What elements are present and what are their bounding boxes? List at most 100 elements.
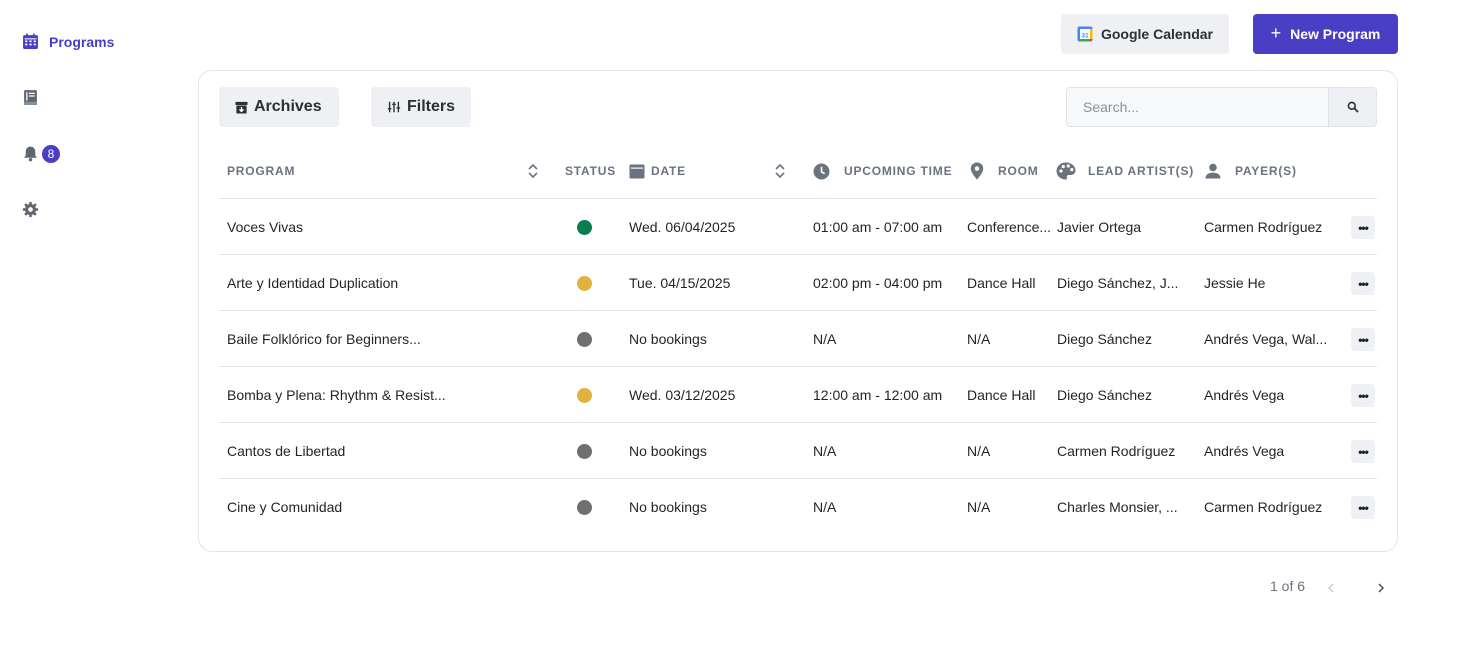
column-header-room: ROOM <box>970 143 1039 199</box>
search-box <box>1066 87 1377 127</box>
column-header-payers: PAYER(S) <box>1205 143 1297 199</box>
column-label: UPCOMING TIME <box>844 164 953 178</box>
status-dot <box>577 499 592 515</box>
row-actions-button[interactable]: ••• <box>1351 496 1375 519</box>
date-cell: No bookings <box>629 443 707 459</box>
filters-button[interactable]: Filters <box>371 87 471 127</box>
column-label: PROGRAM <box>227 164 296 178</box>
status-dot <box>577 331 592 347</box>
google-calendar-label: Google Calendar <box>1100 26 1214 42</box>
table-row[interactable]: Cantos de Libertad No bookings N/A N/A C… <box>219 423 1377 479</box>
row-actions-button[interactable]: ••• <box>1351 272 1375 295</box>
map-pin-icon <box>970 162 984 180</box>
sidebar-item-notifications[interactable]: 8 <box>22 145 60 163</box>
program-name[interactable]: Cine y Comunidad <box>227 479 342 535</box>
chevron-right-icon[interactable] <box>1375 580 1387 596</box>
date-cell: Wed. 06/04/2025 <box>629 219 736 235</box>
room-cell: N/A <box>967 443 991 459</box>
program-name[interactable]: Voces Vivas <box>227 199 303 255</box>
table-row[interactable]: Baile Folklórico for Beginners... No boo… <box>219 311 1377 367</box>
archive-icon <box>235 101 248 114</box>
room-cell: N/A <box>967 499 991 515</box>
search-input[interactable] <box>1067 88 1328 126</box>
time-cell: N/A <box>813 499 837 515</box>
table-row[interactable]: Bomba y Plena: Rhythm & Resist... Wed. 0… <box>219 367 1377 423</box>
lead-artists-cell: Diego Sánchez <box>1057 387 1152 403</box>
program-name[interactable]: Bomba y Plena: Rhythm & Resist... <box>227 367 446 423</box>
sidebar-item-programs[interactable]: Programs <box>22 33 114 50</box>
date-cell: Wed. 03/12/2025 <box>629 387 736 403</box>
filters-label: Filters <box>406 98 455 115</box>
column-header-lead-artists: LEAD ARTIST(S) <box>1056 143 1194 199</box>
row-actions-button[interactable]: ••• <box>1351 216 1375 239</box>
payers-cell: Carmen Rodríguez <box>1204 219 1323 235</box>
time-cell: 02:00 pm - 04:00 pm <box>813 275 943 291</box>
table-header: PROGRAM STATUS DATE UPCOMING TIME ROOM L… <box>219 143 1377 199</box>
book-icon <box>24 90 37 105</box>
palette-icon <box>1056 162 1076 180</box>
status-dot <box>577 387 592 403</box>
user-icon <box>1205 163 1221 179</box>
plus-icon: + <box>1270 23 1282 43</box>
status-dot <box>577 275 592 291</box>
status-indicator <box>577 311 592 367</box>
sliders-icon <box>387 101 401 113</box>
google-calendar-icon: 31 <box>1077 26 1093 42</box>
calendar-icon <box>23 33 38 49</box>
gear-icon <box>22 201 39 218</box>
archives-button[interactable]: Archives <box>219 87 339 127</box>
lead-artists-cell: Carmen Rodríguez <box>1057 443 1176 459</box>
search-icon <box>1347 101 1359 113</box>
table-row[interactable]: Arte y Identidad Duplication Tue. 04/15/… <box>219 255 1377 311</box>
payers-cell: Andrés Vega <box>1204 443 1285 459</box>
status-indicator <box>577 199 592 255</box>
payers-cell: Carmen Rodríguez <box>1204 499 1323 515</box>
column-label: STATUS <box>565 164 617 178</box>
column-header-status: STATUS <box>565 143 616 199</box>
lead-artists-cell: Diego Sánchez <box>1057 331 1152 347</box>
sidebar-item-books[interactable] <box>22 89 39 106</box>
program-name[interactable]: Cantos de Libertad <box>227 423 345 479</box>
calendar-icon <box>629 164 645 179</box>
sort-date-icon[interactable] <box>774 162 786 180</box>
bell-icon <box>24 146 37 162</box>
table-row[interactable]: Cine y Comunidad No bookings N/A N/A Cha… <box>219 479 1377 535</box>
room-cell: Dance Hall <box>967 387 1036 403</box>
status-indicator <box>577 255 592 311</box>
column-header-date[interactable]: DATE <box>629 143 686 199</box>
search-button[interactable] <box>1328 88 1376 126</box>
lead-artists-cell: Charles Monsier, ... <box>1057 499 1178 515</box>
chevron-left-icon[interactable] <box>1325 580 1337 596</box>
google-calendar-button[interactable]: 31 Google Calendar <box>1061 14 1229 54</box>
column-header-upcoming-time: UPCOMING TIME <box>813 143 952 199</box>
date-cell: Tue. 04/15/2025 <box>629 275 731 291</box>
row-actions-button[interactable]: ••• <box>1351 384 1375 407</box>
sort-program-icon[interactable] <box>527 162 539 180</box>
table-row[interactable]: Voces Vivas Wed. 06/04/2025 01:00 am - 0… <box>219 199 1377 255</box>
status-indicator <box>577 423 592 479</box>
archives-label: Archives <box>254 98 322 115</box>
payers-cell: Andrés Vega <box>1204 387 1285 403</box>
time-cell: N/A <box>813 331 837 347</box>
svg-text:31: 31 <box>1081 32 1089 39</box>
time-cell: N/A <box>813 443 837 459</box>
new-program-label: New Program <box>1290 26 1381 42</box>
column-header-program[interactable]: PROGRAM <box>227 143 295 199</box>
programs-card: Archives Filters PROGRAM STATUS <box>198 70 1398 552</box>
column-label: LEAD ARTIST(S) <box>1088 164 1195 178</box>
new-program-button[interactable]: + New Program <box>1253 14 1398 54</box>
time-cell: 01:00 am - 07:00 am <box>813 219 943 235</box>
lead-artists-cell: Diego Sánchez, J... <box>1057 275 1179 291</box>
room-cell: Conference... <box>967 219 1052 235</box>
row-actions-button[interactable]: ••• <box>1351 328 1375 351</box>
program-name[interactable]: Arte y Identidad Duplication <box>227 255 398 311</box>
date-cell: No bookings <box>629 331 707 347</box>
sidebar-item-label: Programs <box>49 33 115 50</box>
notification-badge: 8 <box>42 145 60 163</box>
row-actions-button[interactable]: ••• <box>1351 440 1375 463</box>
program-name[interactable]: Baile Folklórico for Beginners... <box>227 311 421 367</box>
sidebar-item-settings[interactable] <box>22 201 39 218</box>
pagination-label: 1 of 6 <box>1270 578 1306 594</box>
column-label: ROOM <box>998 164 1039 178</box>
status-dot <box>577 219 592 235</box>
